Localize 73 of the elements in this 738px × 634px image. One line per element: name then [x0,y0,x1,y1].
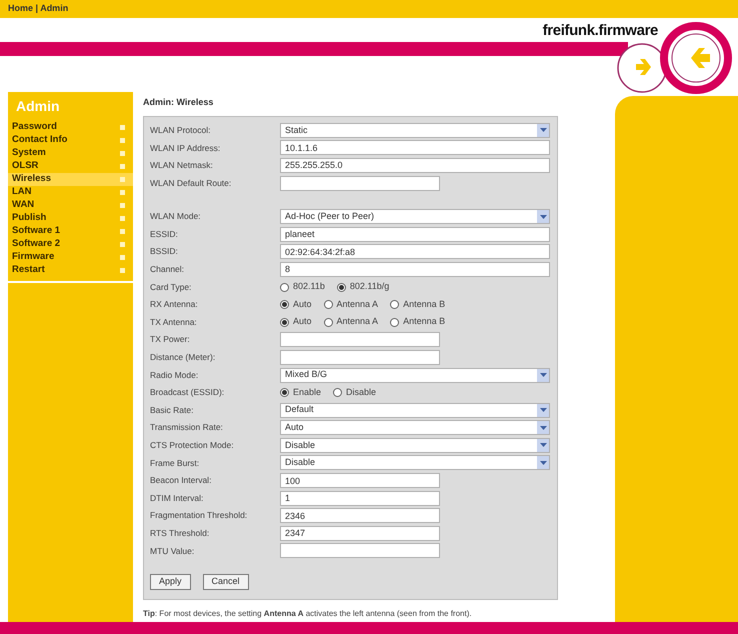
field-label: MTU Value: [150,544,196,558]
input-field[interactable]: 10.1.1.6 [280,140,550,156]
sidebar-item[interactable]: LAN [8,186,133,199]
input-field[interactable]: 255.255.255.0 [280,158,550,173]
field-label: Radio Mode: [150,368,200,382]
input-field[interactable]: planeet [280,226,550,242]
radio-option[interactable]: Antenna B [390,298,446,312]
select-field[interactable]: Auto [280,420,550,436]
sidebar-title: Admin [15,97,61,116]
form-button[interactable]: Cancel [202,574,249,590]
sidebar-item[interactable]: WAN [8,199,133,212]
field-label: Broadcast (ESSID): [150,386,226,399]
input-field[interactable] [280,350,440,365]
field-label: Beacon Interval: [150,474,212,487]
select-field[interactable]: Mixed B/G [280,368,550,383]
select-field[interactable]: Ad-Hoc (Peer to Peer) [280,209,550,224]
radio-option[interactable]: Antenna B [390,315,446,329]
field-label: TX Antenna: [150,316,198,329]
input-field[interactable]: 8 [280,262,550,277]
input-field[interactable] [280,176,440,191]
brand-title: freifunk.firmware [542,20,658,40]
field-label: WLAN Default Route: [150,176,232,190]
radio-option[interactable]: Auto [280,315,312,329]
input-field[interactable]: 2346 [280,508,440,524]
field-label: CTS Protection Mode: [150,439,235,452]
field-label: Card Type: [150,280,192,294]
select-field[interactable]: Disable [280,438,550,453]
field-label: RX Antenna: [150,298,199,312]
sidebar-item[interactable]: Password [8,121,133,134]
radio-option[interactable]: Antenna A [324,298,378,312]
field-label: ESSID: [150,228,179,241]
input-field[interactable]: 1 [280,490,440,506]
field-label: WLAN Mode: [150,210,202,224]
select-field[interactable]: Static [280,122,550,138]
field-label: Transmission Rate: [150,421,224,434]
field-label: Fragmentation Threshold: [150,509,248,522]
field-label: TX Power: [150,333,191,346]
breadcrumb: Home | Admin [8,2,68,16]
sidebar-item[interactable]: Firmware [8,251,133,264]
field-label: Basic Rate: [150,404,194,417]
field-label: Channel: [150,263,186,276]
field-label: DTIM Interval: [150,492,204,505]
radio-option[interactable]: Enable [280,386,322,400]
input-field[interactable]: 100 [280,473,440,488]
radio-option[interactable]: Auto [280,298,312,312]
radio-option[interactable]: Antenna A [324,315,378,329]
sidebar-item[interactable]: Software 1 [8,225,133,238]
select-field[interactable]: Default [280,402,550,418]
form-button[interactable]: Apply [150,574,191,590]
field-label: BSSID: [150,245,179,258]
field-label: WLAN Netmask: [150,159,214,172]
sidebar-item[interactable]: Software 2 [8,238,133,251]
radio-option[interactable]: Disable [333,386,376,400]
input-field[interactable]: 2347 [280,526,440,541]
input-field[interactable]: 02:92:64:34:2f:a8 [280,244,550,260]
sidebar-item[interactable]: Publish [8,212,133,225]
sidebar-item[interactable]: Restart [8,264,133,277]
radio-option[interactable]: 802.11b/g [336,280,390,294]
field-label: RTS Threshold: [150,526,210,540]
input-field[interactable] [280,332,440,348]
field-label: WLAN IP Address: [150,142,222,154]
sidebar-item[interactable]: System [8,147,133,160]
sidebar-item[interactable]: OLSR [8,160,133,173]
field-label: Frame Burst: [150,456,200,470]
radio-option[interactable]: 802.11b [280,280,325,294]
select-field[interactable]: Disable [280,455,550,470]
tip-text: Tip: For most devices, the setting Antenna A activates the left antenna (seen from the front). [143,608,473,620]
sidebar-item[interactable]: Contact Info [8,134,133,147]
input-field[interactable] [280,543,440,558]
sidebar-item[interactable]: Wireless [8,173,133,186]
field-label: Distance (Meter): [150,351,216,364]
page-title: Admin: Wireless [143,96,214,109]
field-label: WLAN Protocol: [150,124,212,137]
